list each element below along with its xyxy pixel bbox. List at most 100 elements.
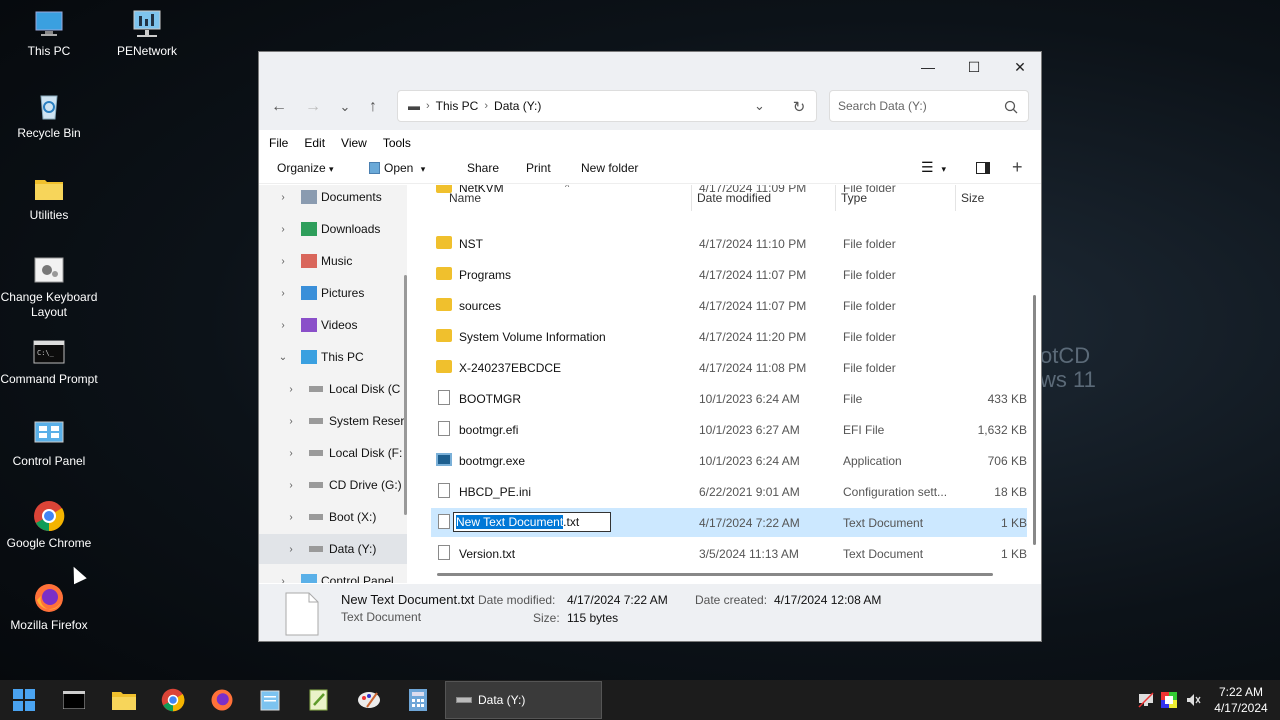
- up-button[interactable]: ↑: [361, 96, 385, 118]
- desktop-icon-recycle-bin[interactable]: Recycle Bin: [0, 90, 98, 141]
- open-button[interactable]: Open ▾: [369, 161, 425, 175]
- desktop-icon-penetwork[interactable]: PENetwork: [98, 8, 196, 59]
- chevron-right-icon[interactable]: ›: [277, 320, 289, 331]
- chevron-right-icon[interactable]: ›: [277, 288, 289, 299]
- search-box[interactable]: Search Data (Y:): [829, 90, 1029, 122]
- details-date-created-label: Date created:: [695, 593, 768, 607]
- taskbar-notepad[interactable]: [256, 686, 284, 714]
- file-type: File folder: [843, 185, 896, 195]
- refresh-button[interactable]: ↻: [787, 96, 811, 118]
- file-row[interactable]: X-240237EBCDCE 4/17/2024 11:08 PM File fol…: [431, 353, 1027, 382]
- file-row[interactable]: BOOTMGR 10/1/2023 6:24 AM File 433 KB: [431, 384, 1027, 413]
- breadcrumb-data-y[interactable]: Data (Y:): [494, 99, 541, 113]
- system-clock[interactable]: 7:22 AM 4/17/2024: [1206, 684, 1276, 716]
- file-row[interactable]: NetKVM 4/17/2024 11:09 PM File folder: [431, 185, 1027, 202]
- menu-view[interactable]: View: [341, 136, 367, 150]
- network-tray-icon[interactable]: [1138, 692, 1154, 708]
- vertical-scrollbar[interactable]: [1033, 295, 1036, 545]
- address-bar[interactable]: ▬ › This PC › Data (Y:) ⌄: [397, 90, 817, 122]
- nav-item-downloads[interactable]: › Downloads: [259, 214, 407, 244]
- chevron-right-icon[interactable]: ›: [277, 192, 289, 203]
- desktop-icon-google-chrome[interactable]: Google Chrome: [0, 500, 98, 551]
- nav-item-music[interactable]: › Music: [259, 246, 407, 276]
- taskbar-file-explorer[interactable]: [110, 686, 138, 714]
- nav-item-videos[interactable]: › Videos: [259, 310, 407, 340]
- chevron-right-icon[interactable]: ›: [285, 512, 297, 523]
- nav-item-label: Control Panel: [321, 574, 394, 583]
- taskbar-paint[interactable]: [355, 686, 383, 714]
- desktop-icon-mozilla-firefox[interactable]: Mozilla Firefox: [0, 582, 98, 633]
- preview-pane-button[interactable]: [976, 162, 990, 177]
- maximize-button[interactable]: ☐: [951, 52, 997, 82]
- nav-item-system-reser[interactable]: › System Reser: [259, 406, 407, 436]
- new-folder-button[interactable]: New folder: [581, 161, 638, 175]
- navigation-scrollbar[interactable]: [404, 275, 407, 515]
- nav-item-pictures[interactable]: › Pictures: [259, 278, 407, 308]
- taskbar-notepad-plus[interactable]: [305, 686, 333, 714]
- navigation-bar: ← → ⌄ ↑ ▬ › This PC › Data (Y:) ⌄ ↻ Sear…: [259, 84, 1041, 130]
- menu-tools[interactable]: Tools: [383, 136, 411, 150]
- file-row[interactable]: bootmgr.exe 10/1/2023 6:24 AM Application 7…: [431, 446, 1027, 475]
- nav-item-data-y[interactable]: › Data (Y:): [259, 534, 407, 564]
- chevron-right-icon[interactable]: ›: [285, 448, 297, 459]
- chevron-right-icon[interactable]: ›: [277, 224, 289, 235]
- chevron-right-icon[interactable]: ›: [277, 256, 289, 267]
- start-button[interactable]: [10, 686, 38, 714]
- nav-item-local-disk-c[interactable]: › Local Disk (C: [259, 374, 407, 404]
- recent-locations-button[interactable]: ⌄: [333, 96, 357, 118]
- share-button[interactable]: Share: [467, 161, 499, 175]
- volume-muted-tray-icon[interactable]: [1185, 692, 1201, 708]
- file-row[interactable]: System Volume Information 4/17/2024 11:20…: [431, 322, 1027, 351]
- desktop-icon-label: This PC: [27, 44, 71, 58]
- nav-item-cd-drive-g[interactable]: › CD Drive (G:): [259, 470, 407, 500]
- chevron-right-icon[interactable]: ›: [285, 384, 297, 395]
- back-button[interactable]: ←: [267, 96, 291, 118]
- taskbar-calculator[interactable]: [404, 686, 432, 714]
- taskbar-command-prompt[interactable]: [60, 686, 88, 714]
- taskbar-chrome[interactable]: [159, 686, 187, 714]
- nav-item-this-pc[interactable]: ⌄ This PC: [259, 342, 407, 372]
- print-button[interactable]: Print: [526, 161, 551, 175]
- organize-button[interactable]: Organize ▾: [277, 161, 334, 175]
- menu-edit[interactable]: Edit: [304, 136, 325, 150]
- view-options-button[interactable]: ☰ ▾: [921, 159, 946, 176]
- file-row[interactable]: Version.txt 3/5/2024 11:13 AM Text Documen…: [431, 539, 1027, 568]
- desktop-icon-utilities[interactable]: Utilities: [0, 172, 98, 223]
- nav-item-boot-x[interactable]: › Boot (X:): [259, 502, 407, 532]
- chevron-right-icon[interactable]: ›: [285, 544, 297, 555]
- breadcrumb-this-pc[interactable]: This PC: [436, 99, 479, 113]
- file-row[interactable]: sources 4/17/2024 11:07 PM File folder: [431, 291, 1027, 320]
- chevron-down-icon: ▾: [329, 164, 334, 174]
- chevron-right-icon[interactable]: ›: [285, 480, 297, 491]
- file-row[interactable]: Programs 4/17/2024 11:07 PM File folder: [431, 260, 1027, 289]
- file-name: bootmgr.efi: [459, 423, 519, 437]
- nav-item-control-panel[interactable]: › Control Panel: [259, 566, 407, 583]
- chevron-down-icon[interactable]: ⌄: [277, 352, 289, 363]
- taskbar-active-window[interactable]: Data (Y:): [445, 681, 602, 719]
- nav-item-label: Music: [321, 254, 353, 268]
- horizontal-scrollbar[interactable]: [437, 573, 993, 576]
- file-row[interactable]: HBCD_PE.ini 6/22/2021 9:01 AM Configuratio…: [431, 477, 1027, 506]
- display-tray-icon[interactable]: [1161, 692, 1177, 708]
- desktop-icon-this-pc[interactable]: This PC: [0, 8, 98, 59]
- taskbar-firefox[interactable]: [208, 686, 236, 714]
- refresh-icon: ↻: [792, 99, 806, 116]
- nav-item-documents[interactable]: › Documents: [259, 185, 407, 212]
- file-row[interactable]: NST 4/17/2024 11:10 PM File folder: [431, 229, 1027, 258]
- file-row[interactable]: bootmgr.efi 10/1/2023 6:27 AM EFI File 1,63…: [431, 415, 1027, 444]
- nav-item-local-disk-f[interactable]: › Local Disk (F:: [259, 438, 407, 468]
- menu-file[interactable]: File: [269, 136, 288, 150]
- chevron-right-icon[interactable]: ›: [285, 416, 297, 427]
- rename-input[interactable]: New Text Document .txt: [453, 512, 611, 532]
- desktop-icon-change-keyboard-layout[interactable]: Change Keyboard Layout: [0, 254, 98, 320]
- forward-button[interactable]: →: [301, 96, 325, 118]
- add-button[interactable]: +: [1012, 157, 1023, 178]
- address-dropdown-icon[interactable]: ⌄: [754, 98, 765, 114]
- minimize-button[interactable]: —: [905, 52, 951, 82]
- firefox-icon: [211, 689, 233, 711]
- desktop-icon-command-prompt[interactable]: C:\_ Command Prompt: [0, 336, 98, 387]
- chevron-right-icon[interactable]: ›: [277, 576, 289, 584]
- file-row[interactable]: New Text Document .txt 4/17/2024 7:22 AM Te…: [431, 508, 1027, 537]
- close-button[interactable]: ✕: [997, 52, 1043, 82]
- desktop-icon-control-panel[interactable]: Control Panel: [0, 418, 98, 469]
